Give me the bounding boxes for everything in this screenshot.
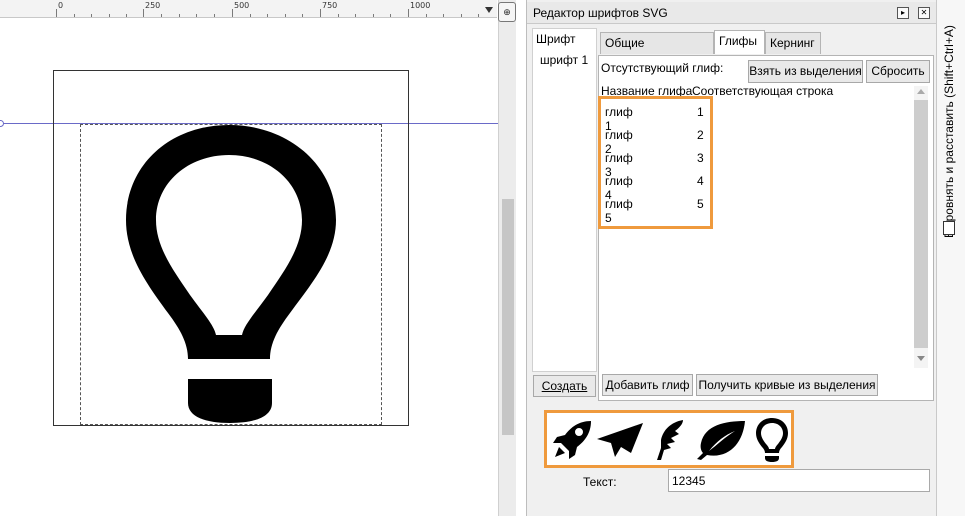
glyph-list-highlight [598, 96, 713, 229]
ruler-minor-tick [179, 14, 180, 17]
inkscape-window: 0 250 500 750 1000 ⊕ Редактор шрифтов SV… [0, 0, 965, 516]
add-glyph-button[interactable]: Добавить глиф [602, 374, 693, 396]
ruler-minor-tick [338, 14, 339, 17]
panel-menu-icon[interactable]: ▸ [897, 7, 909, 19]
ruler-minor-tick [302, 14, 303, 17]
paper-plane-icon [597, 423, 643, 457]
ruler-label: 500 [234, 1, 250, 10]
canvas[interactable]: 0 250 500 750 1000 [0, 0, 500, 516]
scroll-up-icon[interactable] [917, 89, 925, 94]
ruler-minor-tick [443, 14, 444, 17]
canvas-vertical-scrollbar[interactable] [498, 0, 516, 516]
ruler-minor-tick [214, 14, 215, 17]
ruler-minor-tick [250, 14, 251, 17]
tab-general[interactable]: Общие параметры [600, 32, 714, 70]
ruler-minor-tick [285, 14, 286, 17]
leaf-icon [697, 421, 745, 460]
get-curves-button[interactable]: Получить кривые из выделения [696, 374, 878, 396]
ruler-label: 1000 [410, 1, 431, 10]
tab-glyphs[interactable]: Глифы [714, 30, 765, 54]
scroll-down-icon[interactable] [917, 356, 925, 361]
guide-anchor[interactable] [0, 120, 4, 127]
ruler-minor-tick [267, 14, 268, 17]
rocket-icon [553, 421, 591, 459]
ruler-minor-tick [91, 14, 92, 17]
ruler-label: 750 [322, 1, 338, 10]
zoom-icon[interactable]: ⊕ [498, 2, 516, 22]
ruler-dropdown-icon[interactable] [485, 7, 493, 13]
font-preview [544, 410, 794, 468]
ruler-minor-tick [161, 14, 162, 17]
align-and-distribute-dock-tab[interactable]: Выровнять и расставить (Shift+Ctrl+A) [942, 20, 956, 238]
create-font-button[interactable]: Создать [533, 375, 596, 397]
ruler-minor-tick [196, 14, 197, 17]
ruler-minor-tick [426, 14, 427, 17]
lightbulb-icon[interactable] [118, 125, 340, 425]
tab-kerning[interactable]: Кернинг [765, 32, 821, 54]
ruler-minor-tick [126, 14, 127, 17]
scrollbar-thumb[interactable] [502, 199, 514, 435]
ruler-minor-tick [109, 14, 110, 17]
ruler-minor-tick [373, 14, 374, 17]
side-dock: Выровнять и расставить (Shift+Ctrl+A) [936, 0, 965, 516]
ruler-label: 0 [58, 1, 64, 10]
ruler-tick [408, 9, 409, 17]
preview-text-label: Текст: [583, 475, 617, 489]
font-list: Шрифт шрифт 1 [532, 28, 597, 372]
glyph-list-scrollbar[interactable] [914, 86, 928, 368]
ruler-label: 250 [145, 1, 161, 10]
ruler-tick [56, 9, 57, 17]
reset-button[interactable]: Сбросить [866, 60, 930, 83]
ruler-minor-tick [74, 14, 75, 17]
panel-title: Редактор шрифтов SVG [533, 6, 668, 20]
ruler-tick [143, 9, 144, 17]
ruler-tick [320, 9, 321, 17]
ruler-minor-tick [478, 14, 479, 17]
ruler-minor-tick [390, 14, 391, 17]
preview-text-input[interactable]: 12345 [668, 469, 930, 492]
ruler-tick [232, 9, 233, 17]
missing-glyph-label: Отсутствующий глиф: [601, 61, 724, 75]
font-list-header: Шрифт [536, 32, 576, 46]
column-header-matching-string[interactable]: Соответствующая строка [692, 84, 833, 100]
horizontal-ruler[interactable]: 0 250 500 750 1000 [0, 0, 497, 18]
scrollbar-thumb[interactable] [914, 100, 928, 348]
ruler-minor-tick [355, 14, 356, 17]
take-from-selection-button[interactable]: Взять из выделения [748, 60, 863, 83]
font-list-item[interactable]: шрифт 1 [540, 53, 588, 67]
align-icon[interactable] [943, 221, 955, 235]
panel-title-bar: Редактор шрифтов SVG ▸ ✕ [527, 2, 937, 24]
lightbulb-icon [756, 418, 788, 462]
close-icon[interactable]: ✕ [918, 7, 930, 19]
feather-icon [657, 420, 683, 460]
ruler-minor-tick [461, 14, 462, 17]
